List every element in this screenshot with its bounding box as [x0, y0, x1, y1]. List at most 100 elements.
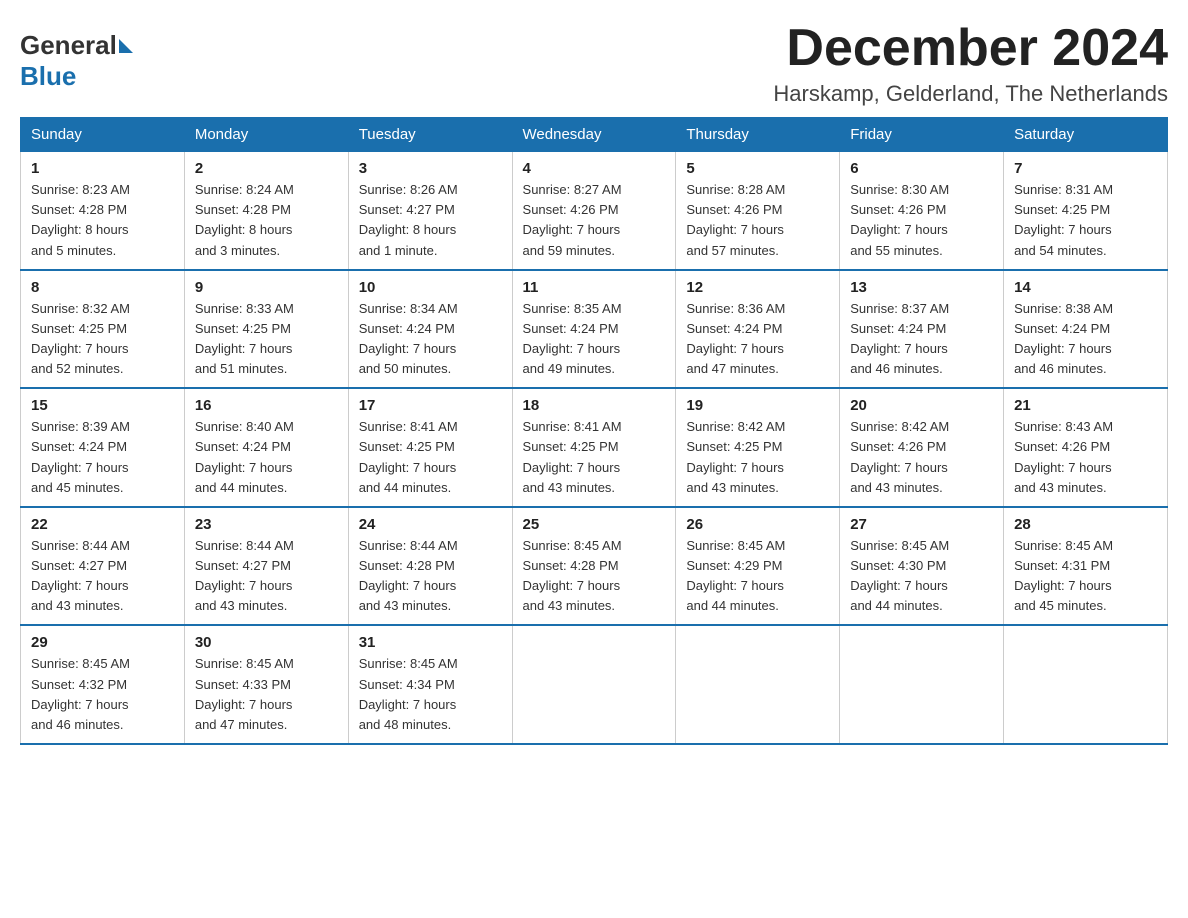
weekday-header-thursday: Thursday	[676, 118, 840, 152]
day-info: Sunrise: 8:45 AMSunset: 4:32 PMDaylight:…	[31, 654, 174, 735]
weekday-header-wednesday: Wednesday	[512, 118, 676, 152]
calendar-cell: 7 Sunrise: 8:31 AMSunset: 4:25 PMDaylight…	[1004, 152, 1168, 270]
calendar-cell: 28 Sunrise: 8:45 AMSunset: 4:31 PMDayligh…	[1004, 507, 1168, 626]
day-info: Sunrise: 8:44 AMSunset: 4:28 PMDaylight:…	[359, 536, 502, 617]
day-number: 2	[195, 160, 338, 177]
day-number: 20	[850, 397, 993, 414]
day-number: 15	[31, 397, 174, 414]
day-info: Sunrise: 8:44 AMSunset: 4:27 PMDaylight:…	[31, 536, 174, 617]
logo: General Blue	[20, 30, 135, 92]
weekday-header-row: SundayMondayTuesdayWednesdayThursdayFrid…	[21, 118, 1168, 152]
day-info: Sunrise: 8:26 AMSunset: 4:27 PMDaylight:…	[359, 180, 502, 261]
calendar-cell: 17 Sunrise: 8:41 AMSunset: 4:25 PMDayligh…	[348, 388, 512, 507]
weekday-header-monday: Monday	[184, 118, 348, 152]
day-info: Sunrise: 8:27 AMSunset: 4:26 PMDaylight:…	[523, 180, 666, 261]
calendar-cell: 11 Sunrise: 8:35 AMSunset: 4:24 PMDayligh…	[512, 270, 676, 389]
day-number: 26	[686, 516, 829, 533]
day-number: 27	[850, 516, 993, 533]
calendar-cell: 9 Sunrise: 8:33 AMSunset: 4:25 PMDaylight…	[184, 270, 348, 389]
day-info: Sunrise: 8:32 AMSunset: 4:25 PMDaylight:…	[31, 299, 174, 380]
day-info: Sunrise: 8:43 AMSunset: 4:26 PMDaylight:…	[1014, 417, 1157, 498]
day-number: 17	[359, 397, 502, 414]
calendar-cell: 29 Sunrise: 8:45 AMSunset: 4:32 PMDayligh…	[21, 625, 185, 744]
calendar-cell: 4 Sunrise: 8:27 AMSunset: 4:26 PMDaylight…	[512, 152, 676, 270]
page-header: General Blue December 2024 Harskamp, Gel…	[20, 20, 1168, 107]
calendar-cell: 6 Sunrise: 8:30 AMSunset: 4:26 PMDaylight…	[840, 152, 1004, 270]
day-number: 19	[686, 397, 829, 414]
day-number: 25	[523, 516, 666, 533]
day-info: Sunrise: 8:44 AMSunset: 4:27 PMDaylight:…	[195, 536, 338, 617]
day-number: 5	[686, 160, 829, 177]
calendar-week-row: 22 Sunrise: 8:44 AMSunset: 4:27 PMDayligh…	[21, 507, 1168, 626]
day-number: 9	[195, 279, 338, 296]
weekday-header-saturday: Saturday	[1004, 118, 1168, 152]
weekday-header-friday: Friday	[840, 118, 1004, 152]
calendar-cell: 16Sunrise: 8:40 AMSunset: 4:24 PMDayligh…	[184, 388, 348, 507]
day-number: 4	[523, 160, 666, 177]
calendar-cell: 21 Sunrise: 8:43 AMSunset: 4:26 PMDayligh…	[1004, 388, 1168, 507]
day-number: 3	[359, 160, 502, 177]
calendar-week-row: 29 Sunrise: 8:45 AMSunset: 4:32 PMDayligh…	[21, 625, 1168, 744]
calendar-cell: 15 Sunrise: 8:39 AMSunset: 4:24 PMDayligh…	[21, 388, 185, 507]
calendar-cell: 3 Sunrise: 8:26 AMSunset: 4:27 PMDaylight…	[348, 152, 512, 270]
calendar-cell: 24 Sunrise: 8:44 AMSunset: 4:28 PMDayligh…	[348, 507, 512, 626]
logo-triangle-icon	[119, 39, 133, 53]
calendar-cell	[840, 625, 1004, 744]
day-info: Sunrise: 8:45 AMSunset: 4:33 PMDaylight:…	[195, 654, 338, 735]
day-number: 28	[1014, 516, 1157, 533]
day-info: Sunrise: 8:45 AMSunset: 4:31 PMDaylight:…	[1014, 536, 1157, 617]
calendar-cell: 14Sunrise: 8:38 AMSunset: 4:24 PMDayligh…	[1004, 270, 1168, 389]
day-info: Sunrise: 8:37 AMSunset: 4:24 PMDaylight:…	[850, 299, 993, 380]
logo-general-text: General	[20, 30, 117, 61]
calendar-week-row: 8 Sunrise: 8:32 AMSunset: 4:25 PMDaylight…	[21, 270, 1168, 389]
day-info: Sunrise: 8:40 AMSunset: 4:24 PMDaylight:…	[195, 417, 338, 498]
day-info: Sunrise: 8:23 AMSunset: 4:28 PMDaylight:…	[31, 180, 174, 261]
day-number: 6	[850, 160, 993, 177]
calendar-cell	[1004, 625, 1168, 744]
calendar-cell	[676, 625, 840, 744]
calendar-cell: 25Sunrise: 8:45 AMSunset: 4:28 PMDayligh…	[512, 507, 676, 626]
logo-blue-text: Blue	[20, 61, 76, 91]
day-number: 29	[31, 634, 174, 651]
day-info: Sunrise: 8:41 AMSunset: 4:25 PMDaylight:…	[523, 417, 666, 498]
calendar-cell: 8 Sunrise: 8:32 AMSunset: 4:25 PMDaylight…	[21, 270, 185, 389]
day-info: Sunrise: 8:35 AMSunset: 4:24 PMDaylight:…	[523, 299, 666, 380]
day-info: Sunrise: 8:30 AMSunset: 4:26 PMDaylight:…	[850, 180, 993, 261]
calendar-cell: 12Sunrise: 8:36 AMSunset: 4:24 PMDayligh…	[676, 270, 840, 389]
calendar-cell: 22 Sunrise: 8:44 AMSunset: 4:27 PMDayligh…	[21, 507, 185, 626]
day-info: Sunrise: 8:41 AMSunset: 4:25 PMDaylight:…	[359, 417, 502, 498]
calendar-week-row: 15 Sunrise: 8:39 AMSunset: 4:24 PMDayligh…	[21, 388, 1168, 507]
day-info: Sunrise: 8:45 AMSunset: 4:30 PMDaylight:…	[850, 536, 993, 617]
day-info: Sunrise: 8:34 AMSunset: 4:24 PMDaylight:…	[359, 299, 502, 380]
day-info: Sunrise: 8:42 AMSunset: 4:26 PMDaylight:…	[850, 417, 993, 498]
calendar-cell: 5Sunrise: 8:28 AMSunset: 4:26 PMDaylight…	[676, 152, 840, 270]
calendar-cell: 19 Sunrise: 8:42 AMSunset: 4:25 PMDayligh…	[676, 388, 840, 507]
day-number: 10	[359, 279, 502, 296]
calendar-table: SundayMondayTuesdayWednesdayThursdayFrid…	[20, 117, 1168, 745]
location-subtitle: Harskamp, Gelderland, The Netherlands	[773, 81, 1168, 107]
calendar-cell: 27 Sunrise: 8:45 AMSunset: 4:30 PMDayligh…	[840, 507, 1004, 626]
day-number: 13	[850, 279, 993, 296]
calendar-cell: 26Sunrise: 8:45 AMSunset: 4:29 PMDayligh…	[676, 507, 840, 626]
day-number: 7	[1014, 160, 1157, 177]
day-info: Sunrise: 8:33 AMSunset: 4:25 PMDaylight:…	[195, 299, 338, 380]
day-number: 8	[31, 279, 174, 296]
day-info: Sunrise: 8:31 AMSunset: 4:25 PMDaylight:…	[1014, 180, 1157, 261]
day-number: 18	[523, 397, 666, 414]
day-number: 22	[31, 516, 174, 533]
calendar-cell: 30Sunrise: 8:45 AMSunset: 4:33 PMDayligh…	[184, 625, 348, 744]
calendar-cell: 10 Sunrise: 8:34 AMSunset: 4:24 PMDayligh…	[348, 270, 512, 389]
title-block: December 2024 Harskamp, Gelderland, The …	[773, 20, 1168, 107]
calendar-week-row: 1Sunrise: 8:23 AMSunset: 4:28 PMDaylight…	[21, 152, 1168, 270]
day-number: 21	[1014, 397, 1157, 414]
day-info: Sunrise: 8:36 AMSunset: 4:24 PMDaylight:…	[686, 299, 829, 380]
weekday-header-tuesday: Tuesday	[348, 118, 512, 152]
calendar-cell: 1Sunrise: 8:23 AMSunset: 4:28 PMDaylight…	[21, 152, 185, 270]
day-info: Sunrise: 8:39 AMSunset: 4:24 PMDaylight:…	[31, 417, 174, 498]
day-number: 24	[359, 516, 502, 533]
calendar-cell: 23Sunrise: 8:44 AMSunset: 4:27 PMDayligh…	[184, 507, 348, 626]
day-info: Sunrise: 8:24 AMSunset: 4:28 PMDaylight:…	[195, 180, 338, 261]
day-info: Sunrise: 8:42 AMSunset: 4:25 PMDaylight:…	[686, 417, 829, 498]
day-number: 11	[523, 279, 666, 296]
calendar-cell: 2 Sunrise: 8:24 AMSunset: 4:28 PMDaylight…	[184, 152, 348, 270]
